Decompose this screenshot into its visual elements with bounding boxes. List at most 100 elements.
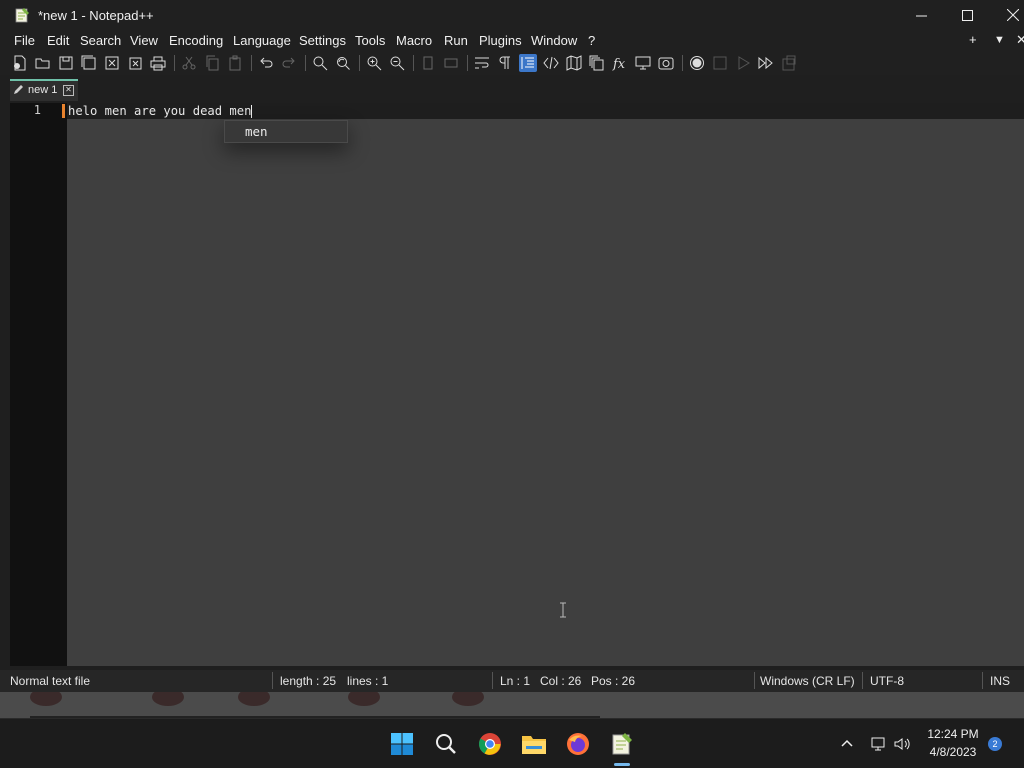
network-tray-button[interactable] — [870, 736, 888, 755]
menu-language[interactable]: Language — [233, 33, 291, 48]
status-bar: Normal text file length : 25 lines : 1 L… — [0, 670, 1024, 692]
menu-settings[interactable]: Settings — [299, 33, 346, 48]
volume-tray-button[interactable] — [894, 736, 912, 755]
menu-encoding[interactable]: Encoding — [169, 33, 223, 48]
tab-list-button[interactable]: ▼ — [994, 34, 1005, 46]
windows-start-icon — [391, 733, 413, 755]
play-macro-icon — [738, 56, 750, 70]
cut-icon — [182, 56, 196, 70]
function-list-button[interactable]: fx — [611, 54, 629, 72]
print-button[interactable] — [149, 54, 167, 72]
document-list-icon — [589, 55, 604, 71]
taskbar-file-explorer[interactable] — [521, 731, 547, 757]
zoom-out-button[interactable] — [388, 54, 406, 72]
taskbar-firefox[interactable] — [565, 731, 591, 757]
search-icon — [436, 734, 456, 754]
xml-tag-icon — [543, 56, 559, 70]
ibeam-cursor-icon — [560, 602, 566, 618]
monitoring-icon — [658, 57, 674, 70]
xml-tag-button[interactable] — [542, 54, 560, 72]
taskbar-notepadpp[interactable] — [609, 731, 635, 757]
window-title: *new 1 - Notepad++ — [38, 8, 154, 23]
menu-search[interactable]: Search — [80, 33, 121, 48]
menu-tools[interactable]: Tools — [355, 33, 385, 48]
maximize-button[interactable] — [944, 0, 990, 30]
play-macro-button[interactable] — [734, 54, 752, 72]
clock-date[interactable]: 4/8/2023 — [918, 745, 988, 759]
notification-badge[interactable]: 2 — [988, 737, 1002, 751]
new-file-button[interactable] — [11, 54, 29, 72]
undo-icon — [260, 57, 273, 68]
autocomplete-suggestion[interactable]: men — [245, 124, 268, 139]
menu-window[interactable]: Window — [531, 33, 577, 48]
network-icon — [871, 737, 885, 751]
line-content: helo men are you dead men — [68, 104, 252, 118]
save-button[interactable] — [57, 54, 75, 72]
paste-button[interactable] — [226, 54, 244, 72]
menu-edit[interactable]: Edit — [47, 33, 69, 48]
status-eol[interactable]: Windows (CR LF) — [760, 674, 855, 688]
clock-time[interactable]: 12:24 PM — [918, 727, 988, 741]
menu-macro[interactable]: Macro — [396, 33, 432, 48]
new-tab-button[interactable]: + — [969, 32, 977, 47]
menu-view[interactable]: View — [130, 33, 158, 48]
indent-guide-button[interactable] — [519, 54, 537, 72]
minimize-button[interactable] — [898, 0, 944, 30]
menu-run[interactable]: Run — [444, 33, 468, 48]
close-file-icon — [105, 56, 119, 70]
sync-vertical-button[interactable] — [419, 54, 437, 72]
zoom-out-icon — [390, 56, 405, 71]
close-file-button[interactable] — [103, 54, 121, 72]
run-macro-multiple-button[interactable] — [757, 54, 775, 72]
status-separator — [982, 672, 983, 689]
tab-new-1[interactable]: new 1 ✕ — [10, 79, 78, 101]
document-list-button[interactable] — [588, 54, 606, 72]
volume-icon — [894, 738, 910, 750]
record-macro-button[interactable] — [688, 54, 706, 72]
show-all-chars-button[interactable] — [496, 54, 514, 72]
menu-file[interactable]: File — [14, 33, 35, 48]
taskbar-search-button[interactable] — [433, 731, 459, 757]
cut-button[interactable] — [180, 54, 198, 72]
menu-plugins[interactable]: Plugins — [479, 33, 522, 48]
zoom-in-button[interactable] — [365, 54, 383, 72]
find-button[interactable] — [311, 54, 329, 72]
redo-icon — [282, 57, 295, 68]
sync-horizontal-button[interactable] — [442, 54, 460, 72]
save-all-button[interactable] — [80, 54, 98, 72]
show-hidden-icons-button[interactable] — [840, 736, 854, 753]
autocomplete-popup[interactable]: men — [224, 120, 348, 143]
change-marker — [62, 104, 65, 118]
taskbar: 12:24 PM 4/8/2023 2 — [0, 718, 1024, 768]
open-file-button[interactable] — [34, 54, 52, 72]
save-macro-button[interactable] — [780, 54, 798, 72]
close-all-button[interactable] — [126, 54, 144, 72]
monitoring-button[interactable] — [657, 54, 675, 72]
close-all-icon — [129, 57, 142, 70]
word-wrap-button[interactable] — [473, 54, 491, 72]
tab-close-button[interactable]: ✕ — [63, 85, 74, 96]
replace-icon — [337, 57, 350, 70]
toolbar-separator — [682, 55, 683, 71]
close-window-button[interactable] — [990, 0, 1024, 30]
status-insert-mode[interactable]: INS — [990, 674, 1010, 688]
stop-macro-button[interactable] — [711, 54, 729, 72]
print-icon — [150, 56, 166, 71]
toolbar-separator — [413, 55, 414, 71]
status-encoding[interactable]: UTF-8 — [870, 674, 904, 688]
replace-button[interactable] — [334, 54, 352, 72]
document-map-button[interactable] — [565, 54, 583, 72]
redo-button[interactable] — [280, 54, 298, 72]
editor-line-text[interactable]: helo men are you dead men — [68, 103, 253, 119]
active-app-indicator — [614, 763, 630, 766]
taskbar-chrome[interactable] — [477, 731, 503, 757]
menu-help[interactable]: ? — [588, 33, 595, 48]
copy-button[interactable] — [203, 54, 221, 72]
close-doc-button[interactable]: ✕ — [1016, 32, 1024, 48]
svg-text:fx: fx — [612, 57, 626, 71]
start-button[interactable] — [389, 731, 415, 757]
undo-button[interactable] — [257, 54, 275, 72]
folder-workspace-button[interactable] — [634, 54, 652, 72]
status-separator — [492, 672, 493, 689]
editor-area[interactable]: 1 helo men are you dead men — [10, 103, 1024, 666]
